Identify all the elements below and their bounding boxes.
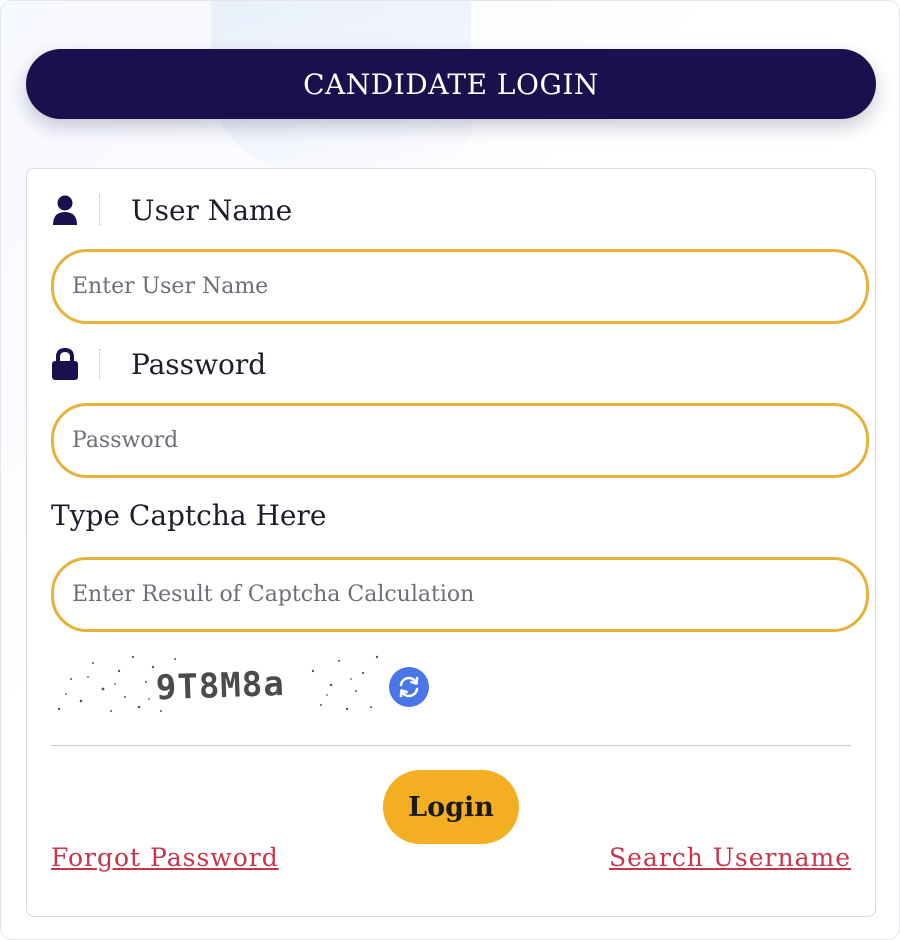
captcha-input[interactable]: [51, 557, 869, 632]
search-username-link[interactable]: Search Username: [609, 843, 851, 872]
password-input[interactable]: [51, 403, 869, 478]
lock-icon: [51, 348, 79, 380]
username-input[interactable]: [51, 249, 869, 324]
captcha-refresh-button[interactable]: [389, 667, 429, 707]
password-label: Password: [131, 347, 267, 381]
login-form-card: User Name Password Type Captcha Here: [26, 168, 876, 917]
login-page: CANDIDATE LOGIN User Name Pass: [0, 0, 900, 940]
username-label: User Name: [131, 193, 293, 227]
login-button[interactable]: Login: [383, 770, 519, 844]
captcha-label: Type Captcha Here: [51, 499, 327, 532]
label-separator: [99, 195, 101, 225]
captcha-image: 9T8M8a: [51, 649, 381, 719]
forgot-password-link[interactable]: Forgot Password: [51, 843, 279, 872]
form-divider: [51, 745, 851, 746]
password-label-row: Password: [51, 344, 266, 384]
refresh-icon: [399, 676, 419, 698]
page-title: CANDIDATE LOGIN: [26, 49, 876, 119]
username-label-row: User Name: [51, 190, 292, 230]
label-separator: [99, 349, 101, 379]
captcha-text: 9T8M8a: [155, 664, 285, 708]
user-icon: [51, 194, 79, 226]
